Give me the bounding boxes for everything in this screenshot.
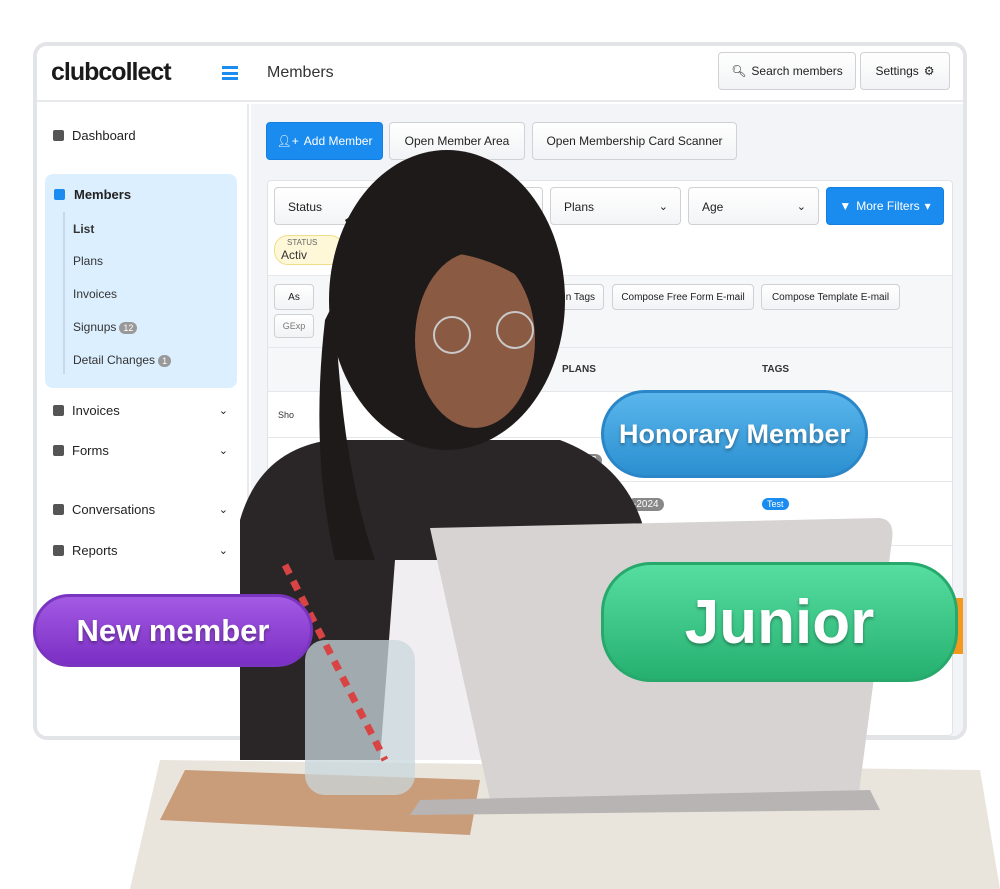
- junior-badge: Junior: [601, 562, 958, 682]
- new-member-badge: New member: [33, 594, 313, 667]
- face: [415, 252, 535, 428]
- honorary-member-badge: Honorary Member: [601, 390, 868, 478]
